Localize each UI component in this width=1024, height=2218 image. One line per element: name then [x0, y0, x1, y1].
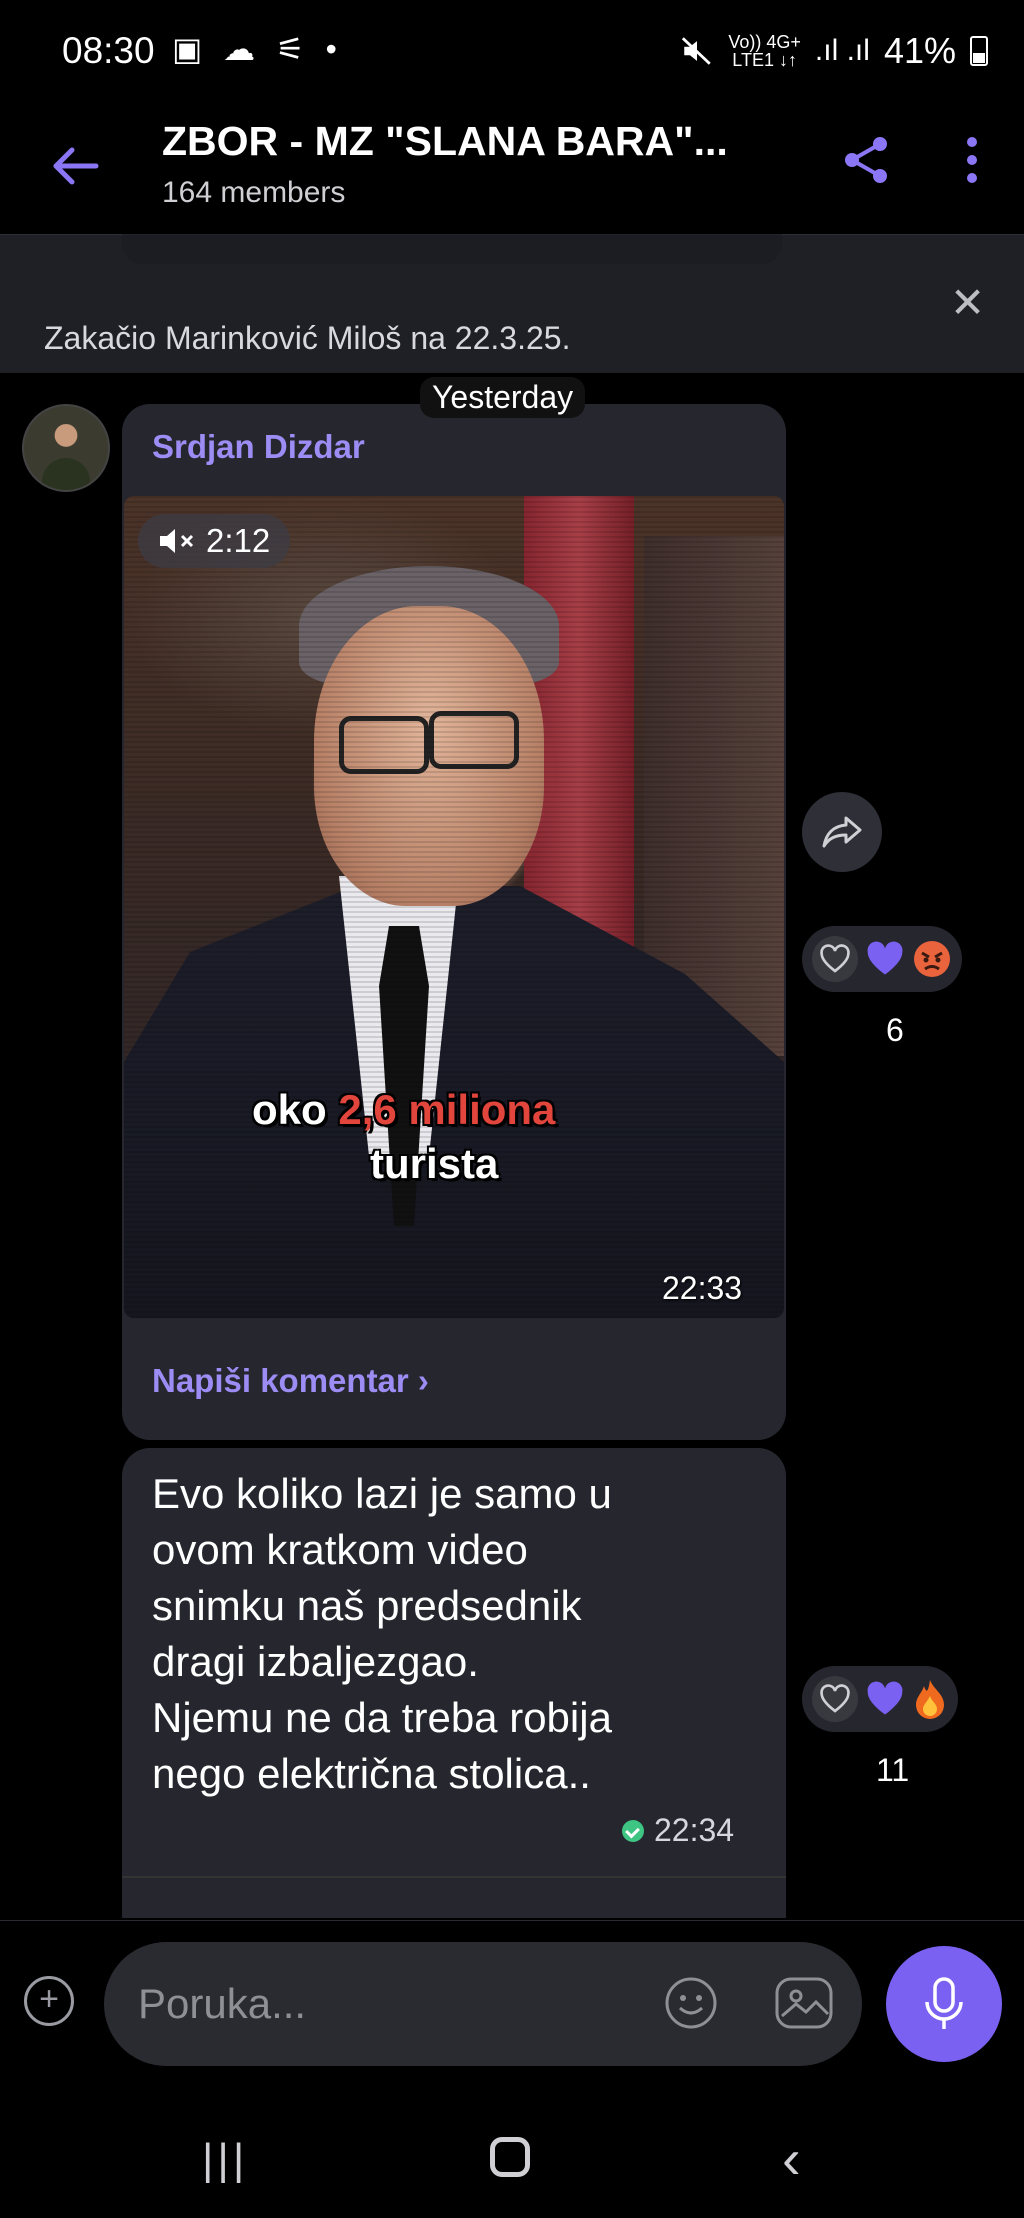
- reactions-bar[interactable]: [802, 926, 962, 992]
- video-duration-badge[interactable]: 2:12: [138, 514, 291, 568]
- video-duration: 2:12: [206, 522, 271, 559]
- home-button[interactable]: [490, 2137, 530, 2177]
- like-button[interactable]: [812, 936, 858, 982]
- purple-heart-icon: [867, 1681, 903, 1715]
- previous-message-edge: [122, 234, 782, 264]
- mute-icon: [682, 37, 712, 65]
- member-count[interactable]: 164 members: [162, 176, 345, 210]
- purple-heart-icon: [867, 941, 903, 975]
- status-time: 08:30: [62, 30, 155, 71]
- signal-icon: .ıl .ıl: [814, 34, 870, 67]
- microphone-icon: [925, 1977, 963, 2029]
- close-pinned-button[interactable]: ✕: [950, 282, 985, 324]
- reaction-count[interactable]: 6: [886, 1012, 904, 1049]
- heart-outline-icon: [820, 944, 850, 973]
- video-caption-highlight: 2,6 miliona: [338, 1086, 556, 1133]
- notification-icons: ▣ ☁ ⚟ •: [172, 31, 343, 67]
- forward-icon: [822, 816, 862, 848]
- message-text: Evo koliko lazi je samo u ovom kratkom v…: [152, 1470, 612, 1797]
- delivered-check-icon: [622, 1819, 644, 1842]
- more-vertical-icon: [967, 137, 977, 183]
- more-options-button[interactable]: [954, 132, 990, 188]
- bubble-divider: [122, 1876, 786, 1878]
- back-arrow-icon: [53, 147, 99, 185]
- status-right: Vo)) 4G+ LTE1 ↓↑ .ıl .ıl 41%: [680, 30, 988, 72]
- message-input[interactable]: [136, 1979, 640, 2029]
- sender-name[interactable]: Srdjan Dizdar: [152, 428, 365, 466]
- video-caption-line1: oko 2,6 miliona: [252, 1086, 556, 1133]
- sticker-button[interactable]: [774, 1976, 834, 2030]
- date-separator: Yesterday: [420, 377, 586, 418]
- write-comment-link[interactable]: Napiši komentar ›: [152, 1362, 429, 1400]
- attach-button[interactable]: +: [24, 1976, 74, 2026]
- video-caption-line2: turista: [370, 1140, 499, 1187]
- back-button[interactable]: [46, 136, 106, 196]
- forward-button[interactable]: [802, 792, 882, 872]
- chat-title[interactable]: ZBOR - MZ "SLANA BARA"...: [162, 118, 728, 165]
- recent-apps-button[interactable]: |||: [202, 2135, 248, 2185]
- message-time: 22:33: [662, 1270, 743, 1306]
- smiley-icon: [665, 1977, 717, 2029]
- muted-speaker-icon: [160, 529, 194, 553]
- fire-icon: [916, 1680, 944, 1719]
- share-button[interactable]: [838, 132, 894, 188]
- share-icon: [845, 137, 887, 183]
- reaction-count[interactable]: 11: [876, 1752, 909, 1789]
- video-thumbnail[interactable]: [124, 496, 784, 1318]
- sticker-icon: [775, 1977, 833, 2029]
- emoji-button[interactable]: [664, 1976, 718, 2030]
- back-nav-button[interactable]: ‹: [782, 2126, 801, 2191]
- message-time: 22:34: [622, 1812, 734, 1849]
- like-button[interactable]: [812, 1676, 858, 1722]
- message-input-container[interactable]: [104, 1942, 862, 2066]
- voice-message-button[interactable]: [886, 1946, 1002, 2062]
- angry-face-icon: [914, 941, 950, 977]
- pinned-message-text[interactable]: Zakačio Marinković Miloš na 22.3.25.: [44, 320, 570, 357]
- heart-outline-icon: [820, 1684, 850, 1713]
- sender-avatar[interactable]: [22, 404, 110, 492]
- reactions-bar[interactable]: [802, 1666, 958, 1732]
- battery-icon: [970, 36, 988, 66]
- battery-percent: 41%: [883, 30, 956, 71]
- network-indicator: Vo)) 4G+ LTE1 ↓↑: [728, 32, 801, 70]
